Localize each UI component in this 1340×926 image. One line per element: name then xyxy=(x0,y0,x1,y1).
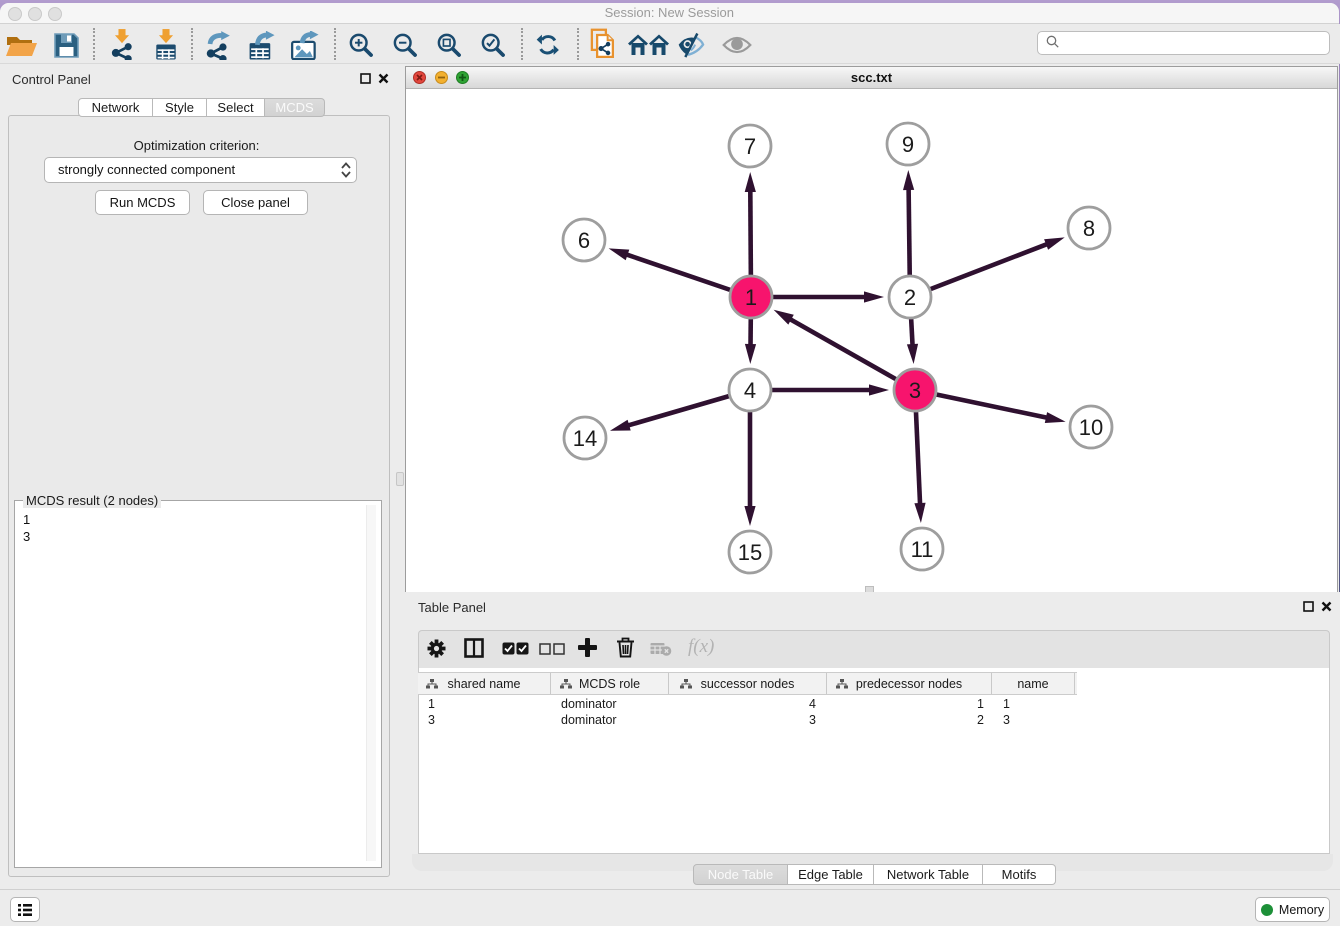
svg-text:3: 3 xyxy=(909,378,921,403)
svg-text:2: 2 xyxy=(904,285,916,310)
svg-text:10: 10 xyxy=(1079,415,1103,440)
svg-text:11: 11 xyxy=(911,537,934,562)
svg-text:8: 8 xyxy=(1083,216,1095,241)
svg-text:7: 7 xyxy=(744,134,756,159)
svg-text:6: 6 xyxy=(578,228,590,253)
svg-text:9: 9 xyxy=(902,132,914,157)
svg-text:4: 4 xyxy=(744,378,756,403)
svg-text:15: 15 xyxy=(738,540,762,565)
svg-text:14: 14 xyxy=(573,426,597,451)
svg-text:1: 1 xyxy=(745,285,757,310)
